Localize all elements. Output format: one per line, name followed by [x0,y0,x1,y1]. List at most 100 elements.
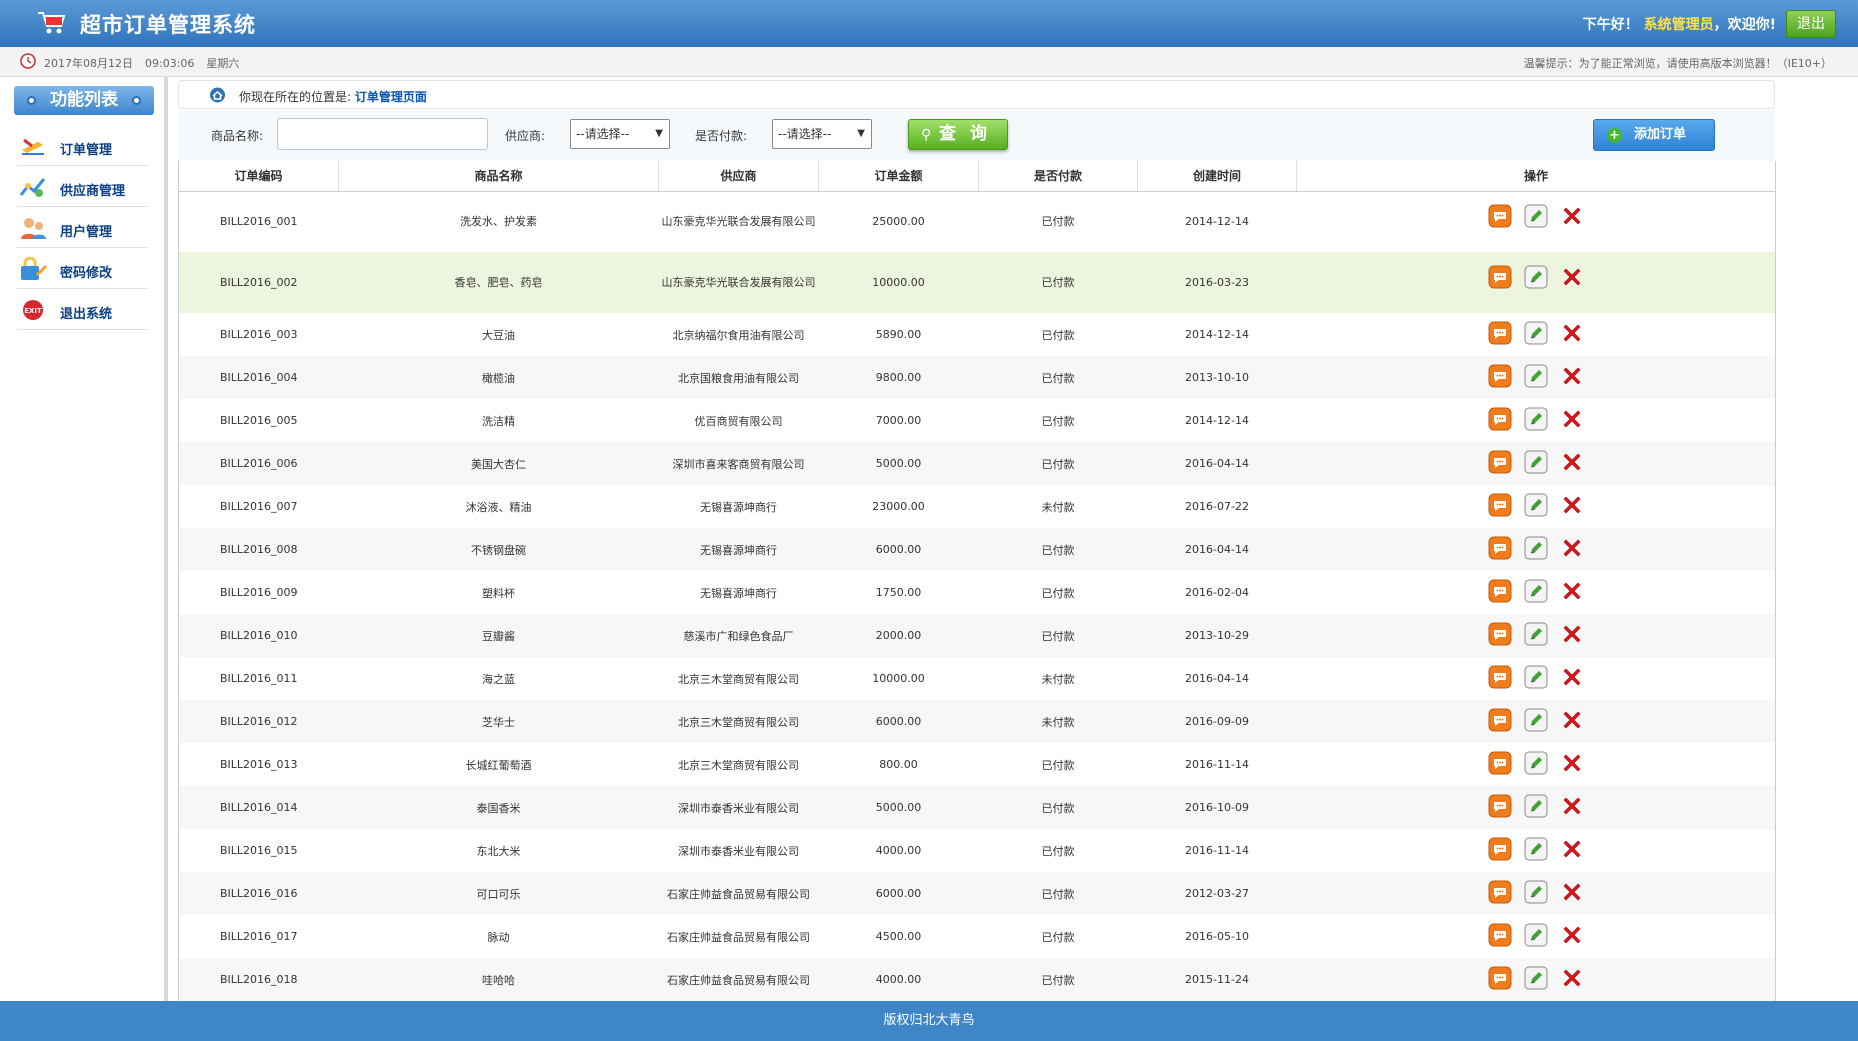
table-cell: 未付款 [1041,672,1075,686]
table-cell: 6000.00 [875,715,922,728]
edit-icon[interactable] [1524,450,1548,474]
edit-icon[interactable] [1524,321,1548,345]
paid-select[interactable]: --请选择-- ▼ [772,119,872,149]
table-cell: 石家庄帅益食品贸易有限公司 [667,930,810,944]
table-cell: 橄榄油 [482,371,515,385]
delete-icon[interactable] [1560,966,1584,990]
table-cell: 未付款 [1041,500,1075,514]
logout-button[interactable]: 退出 [1786,10,1836,38]
sidebar-item-users[interactable]: 用户管理 [17,208,148,248]
edit-icon[interactable] [1524,751,1548,775]
add-order-button[interactable]: + 添加订单 [1593,119,1715,151]
table-cell: 2014-12-14 [1185,214,1249,228]
delete-icon[interactable] [1560,364,1584,388]
query-button[interactable]: ⚲ 查 询 [908,119,1008,150]
view-icon[interactable] [1488,966,1512,990]
table-cell: 无锡喜源坤商行 [700,586,777,600]
view-icon[interactable] [1488,450,1512,474]
sidebar-item-label: 退出系统 [60,307,113,322]
view-icon[interactable] [1488,321,1512,345]
view-icon[interactable] [1488,204,1512,228]
product-name-input[interactable] [277,118,488,150]
delete-icon[interactable] [1560,204,1584,228]
edit-icon[interactable] [1524,880,1548,904]
view-icon[interactable] [1488,407,1512,431]
clock-icon [20,53,36,69]
col-header: 供应商 [658,161,819,192]
table-cell: BILL2016_006 [219,457,298,470]
view-icon[interactable] [1488,923,1512,947]
edit-icon[interactable] [1524,265,1548,289]
view-icon[interactable] [1488,794,1512,818]
provider-select[interactable]: --请选择-- ▼ [570,119,670,149]
delete-icon[interactable] [1560,794,1584,818]
view-icon[interactable] [1488,665,1512,689]
table-cell: 9800.00 [875,371,922,384]
edit-icon[interactable] [1524,204,1548,228]
delete-icon[interactable] [1560,536,1584,560]
edit-icon[interactable] [1524,493,1548,517]
edit-icon[interactable] [1524,966,1548,990]
delete-icon[interactable] [1560,880,1584,904]
table-cell: 已付款 [1041,844,1075,858]
edit-icon[interactable] [1524,536,1548,560]
edit-icon[interactable] [1524,837,1548,861]
view-icon[interactable] [1488,751,1512,775]
view-icon[interactable] [1488,536,1512,560]
table-cell: 大豆油 [482,328,515,342]
table-cell: BILL2016_012 [219,715,298,728]
delete-icon[interactable] [1560,407,1584,431]
edit-icon[interactable] [1524,622,1548,646]
browser-tip: 温馨提示：为了能正常浏览，请使用高版本浏览器！（IE10+） [1523,57,1832,70]
view-icon[interactable] [1488,493,1512,517]
edit-icon[interactable] [1524,708,1548,732]
view-icon[interactable] [1488,364,1512,388]
edit-icon[interactable] [1524,579,1548,603]
actions-cell [1297,313,1776,356]
delete-icon[interactable] [1560,493,1584,517]
delete-icon[interactable] [1560,837,1584,861]
view-icon[interactable] [1488,265,1512,289]
delete-icon[interactable] [1560,665,1584,689]
table-cell: 不锈钢盘碗 [471,543,526,557]
table-cell: 洗发水、护发素 [460,214,537,228]
delete-icon[interactable] [1560,450,1584,474]
delete-icon[interactable] [1560,321,1584,345]
edit-icon[interactable] [1524,407,1548,431]
delete-icon[interactable] [1560,579,1584,603]
view-icon[interactable] [1488,708,1512,732]
delete-icon[interactable] [1560,708,1584,732]
edit-icon[interactable] [1524,665,1548,689]
sidebar-item-label: 供应商管理 [60,184,126,199]
sidebar-item-suppliers[interactable]: 供应商管理 [17,167,148,207]
table-cell: 1750.00 [875,586,922,599]
table-cell: 5000.00 [875,801,922,814]
table-cell: 6000.00 [875,887,922,900]
view-icon[interactable] [1488,837,1512,861]
table-cell: 已付款 [1041,930,1075,944]
view-icon[interactable] [1488,880,1512,904]
view-icon[interactable] [1488,622,1512,646]
table-cell: 5890.00 [875,328,922,341]
product-name-label: 商品名称: [211,129,264,143]
table-row: BILL2016_012 芝华士 北京三木堂商贸有限公司 6000.00 未付款 2016… [178,700,1776,743]
actions-cell [1297,915,1776,958]
table-cell: 4500.00 [875,930,922,943]
table-cell: 4000.00 [875,844,922,857]
delete-icon[interactable] [1560,622,1584,646]
actions-cell [1297,442,1776,485]
edit-icon[interactable] [1524,364,1548,388]
table-cell: 长城红葡萄酒 [465,758,532,772]
actions-cell [1297,700,1776,743]
sidebar-item-password[interactable]: 密码修改 [17,249,148,289]
table-cell: BILL2016_011 [219,672,298,685]
edit-icon[interactable] [1524,794,1548,818]
sidebar-item-label: 用户管理 [60,225,113,240]
view-icon[interactable] [1488,579,1512,603]
edit-icon[interactable] [1524,923,1548,947]
delete-icon[interactable] [1560,751,1584,775]
sidebar-item-exit[interactable]: EXIT 退出系统 [17,290,148,330]
sidebar-item-orders[interactable]: 订单管理 [17,126,148,166]
delete-icon[interactable] [1560,923,1584,947]
delete-icon[interactable] [1560,265,1584,289]
